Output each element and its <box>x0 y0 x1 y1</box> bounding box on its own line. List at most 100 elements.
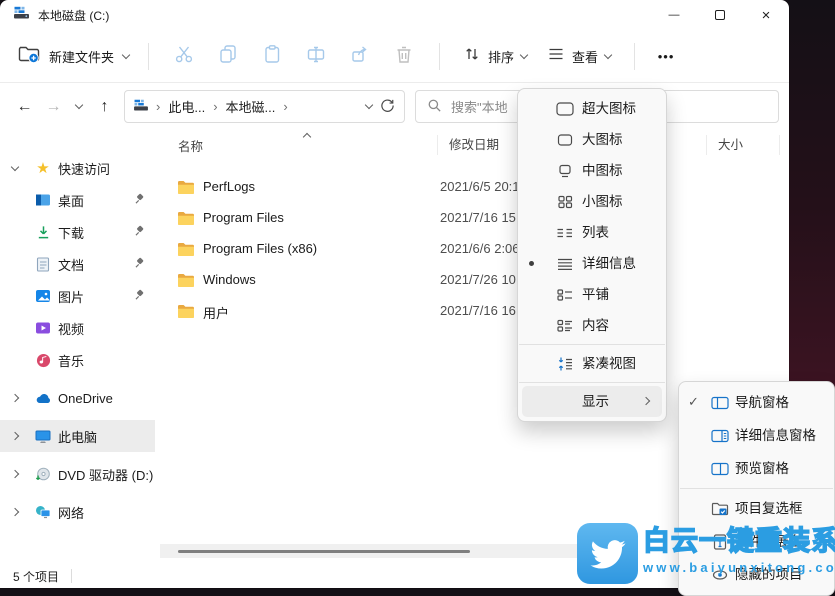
menu-item-large-icons[interactable]: 大图标 <box>522 124 662 155</box>
file-name: 用户 <box>203 303 229 322</box>
item-checkboxes-icon <box>711 500 729 517</box>
submenu-item-item-checkboxes[interactable]: 项目复选框 <box>683 492 830 525</box>
sidebar-item-label: 视频 <box>58 319 84 338</box>
submenu-arrow-icon <box>642 397 650 405</box>
address-dropdown-icon[interactable] <box>365 101 373 109</box>
sidebar-item-music[interactable]: 音乐 <box>0 344 158 376</box>
menu-item-list[interactable]: 列表 <box>522 217 662 248</box>
submenu-item-label: 预览窗格 <box>735 452 789 485</box>
menu-item-show[interactable]: 显示 <box>522 386 662 417</box>
sidebar-item-label: 快速访问 <box>58 159 110 178</box>
file-row[interactable]: Windows 2021/7/26 10 <box>158 265 789 296</box>
menu-item-small-icons[interactable]: 小图标 <box>522 186 662 217</box>
sidebar-item-label: 图片 <box>58 287 84 306</box>
rename-button[interactable] <box>294 37 338 75</box>
forward-button[interactable]: → <box>39 98 68 116</box>
sidebar-item-desktop[interactable]: 桌面 <box>0 184 158 216</box>
menu-item-details[interactable]: 详细信息 <box>522 248 662 279</box>
sidebar-item-downloads[interactable]: 下载 <box>0 216 158 248</box>
sidebar-item-label: 网络 <box>58 503 84 522</box>
chevron-right-icon[interactable] <box>11 508 19 516</box>
toolbar-divider <box>148 43 149 70</box>
close-button[interactable]: × <box>743 0 789 30</box>
cut-button[interactable] <box>162 37 206 75</box>
paste-button[interactable] <box>250 37 294 75</box>
new-folder-button[interactable]: 新建文件夹 <box>12 38 135 75</box>
horizontal-scrollbar[interactable] <box>160 544 580 558</box>
delete-button[interactable] <box>382 37 426 75</box>
cut-icon <box>174 44 194 69</box>
chevron-right-icon[interactable] <box>11 432 19 440</box>
sidebar-item-this-pc[interactable]: 此电脑 <box>0 420 155 452</box>
up-button[interactable]: ↑ <box>90 98 119 116</box>
file-row[interactable]: Program Files (x86) 2021/6/6 2:06 <box>158 234 789 265</box>
network-icon <box>34 505 52 519</box>
sort-button[interactable]: 排序 <box>453 45 537 68</box>
sidebar-item-network[interactable]: 网络 <box>0 496 158 528</box>
medium-icons-icon <box>556 163 574 179</box>
file-date: 2021/6/5 20:1 <box>440 179 520 194</box>
minimize-button[interactable]: — <box>651 0 697 30</box>
copy-button[interactable] <box>206 37 250 75</box>
forward-icon: → <box>46 98 62 115</box>
submenu-item-label: 导航窗格 <box>735 386 789 419</box>
column-headers: 名称 修改日期 大小 <box>158 130 789 160</box>
bird-logo-icon <box>577 523 638 584</box>
breadcrumb-separator: › <box>213 99 217 114</box>
trash-icon <box>394 44 414 69</box>
submenu-item-preview-pane[interactable]: 预览窗格 <box>683 452 830 485</box>
view-button[interactable]: 查看 <box>537 45 621 68</box>
drive-icon <box>14 6 29 24</box>
watermark-url: www.baiyunxitong.com <box>643 560 835 575</box>
sidebar-item-onedrive[interactable]: OneDrive <box>0 382 158 414</box>
back-button[interactable]: ← <box>10 98 39 116</box>
toolbar-divider <box>439 43 440 70</box>
column-header-size[interactable]: 大小 <box>706 135 780 155</box>
refresh-icon[interactable] <box>380 98 395 116</box>
sidebar-item-quick-access[interactable]: ★ 快速访问 <box>0 152 158 184</box>
download-icon <box>34 225 52 240</box>
sidebar-item-pictures[interactable]: 图片 <box>0 280 158 312</box>
submenu-item-navigation-pane[interactable]: ✓ 导航窗格 <box>683 386 830 419</box>
chevron-down-icon <box>520 50 528 58</box>
sort-label: 排序 <box>488 47 514 66</box>
folder-icon <box>177 242 195 260</box>
file-row[interactable]: 用户 2021/7/16 16 <box>158 296 789 327</box>
menu-item-label: 平铺 <box>582 279 609 310</box>
breadcrumb-this-pc[interactable]: 此电... <box>168 97 205 116</box>
pin-icon <box>133 193 145 208</box>
sidebar-item-dvd-drive[interactable]: DVD 驱动器 (D:) CP <box>0 458 158 490</box>
breadcrumb-local-disk[interactable]: 本地磁... <box>226 97 276 116</box>
more-options-button[interactable]: ••• <box>648 49 684 64</box>
sidebar-item-documents[interactable]: 文档 <box>0 248 158 280</box>
explorer-window: 本地磁盘 (C:) — × 新建文件夹 <box>0 0 789 588</box>
file-rows: PerfLogs 2021/6/5 20:1 Program Files 202… <box>158 172 789 327</box>
scrollbar-thumb[interactable] <box>178 550 470 553</box>
watermark: 白云一键重装系统 www.baiyunxitong.com <box>577 523 835 584</box>
history-dropdown-button[interactable] <box>68 105 90 108</box>
menu-item-medium-icons[interactable]: 中图标 <box>522 155 662 186</box>
maximize-button[interactable] <box>697 0 743 30</box>
submenu-item-details-pane[interactable]: 详细信息窗格 <box>683 419 830 452</box>
column-header-name[interactable]: 名称 <box>158 136 437 155</box>
breadcrumb[interactable]: › 此电... › 本地磁... › <box>124 90 405 123</box>
selected-bullet-icon <box>529 261 534 266</box>
chevron-down-icon[interactable] <box>11 162 19 170</box>
menu-item-compact-view[interactable]: 紧凑视图 <box>522 348 662 379</box>
file-row[interactable]: Program Files 2021/7/16 15 <box>158 203 789 234</box>
sidebar-item-videos[interactable]: 视频 <box>0 312 158 344</box>
submenu-item-label: 详细信息窗格 <box>735 419 816 452</box>
chevron-right-icon[interactable] <box>11 470 19 478</box>
pin-icon <box>133 257 145 272</box>
menu-item-content[interactable]: 内容 <box>522 310 662 341</box>
sidebar-item-label: 音乐 <box>58 351 84 370</box>
menu-item-extra-large-icons[interactable]: 超大图标 <box>522 93 662 124</box>
share-button[interactable] <box>338 37 382 75</box>
file-name: PerfLogs <box>203 179 255 194</box>
menu-item-label: 详细信息 <box>582 248 636 279</box>
extra-large-icons-icon <box>556 101 574 117</box>
chevron-right-icon[interactable] <box>11 394 19 402</box>
file-row[interactable]: PerfLogs 2021/6/5 20:1 <box>158 172 789 203</box>
sort-icon <box>463 45 481 68</box>
menu-item-tiles[interactable]: 平铺 <box>522 279 662 310</box>
